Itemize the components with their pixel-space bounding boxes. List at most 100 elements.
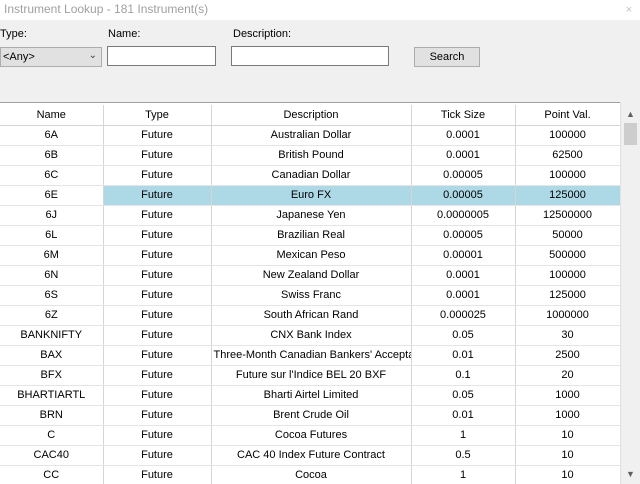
column-header-point-value[interactable]: Point Val.: [515, 105, 621, 126]
cell-tick-size: 0.00005: [411, 225, 516, 246]
filter-panel: Type: <Any> ⌄ Name: Description: Search: [0, 20, 640, 102]
cell-type: Future: [103, 125, 212, 146]
description-input[interactable]: [231, 46, 389, 66]
scrollbar-thumb[interactable]: [624, 123, 637, 145]
cell-type: Future: [103, 365, 212, 386]
cell-type: Future: [103, 265, 212, 286]
cell-name: CC: [0, 465, 104, 484]
cell-description: Swiss Franc: [211, 285, 412, 306]
table-row[interactable]: BHARTIARTL Future Bharti Airtel Limited 0.0…: [0, 385, 621, 406]
cell-description: Cocoa: [211, 465, 412, 484]
table-row[interactable]: 6M Future Mexican Peso 0.00001 500000: [0, 245, 621, 266]
cell-tick-size: 0.05: [411, 385, 516, 406]
cell-tick-size: 0.05: [411, 325, 516, 346]
cell-name: 6J: [0, 205, 104, 226]
cell-point-value: 20: [515, 365, 621, 386]
cell-name: 6B: [0, 145, 104, 166]
cell-type: Future: [103, 205, 212, 226]
cell-point-value: 1000: [515, 405, 621, 426]
cell-name: CAC40: [0, 445, 104, 466]
cell-tick-size: 1: [411, 465, 516, 484]
type-dropdown-value: <Any>: [3, 51, 35, 63]
cell-type: Future: [103, 425, 212, 446]
cell-type: Future: [103, 445, 212, 466]
cell-description: New Zealand Dollar: [211, 265, 412, 286]
table-header-row: Name Type Description Tick Size Point Va…: [0, 105, 621, 126]
column-header-description[interactable]: Description: [211, 105, 412, 126]
cell-name: 6C: [0, 165, 104, 186]
table-row[interactable]: 6J Future Japanese Yen 0.0000005 12500000: [0, 205, 621, 226]
window-title: Instrument Lookup - 181 Instrument(s): [4, 2, 209, 16]
cell-type: Future: [103, 345, 212, 366]
column-header-name[interactable]: Name: [0, 105, 104, 126]
cell-description: Mexican Peso: [211, 245, 412, 266]
scroll-up-icon[interactable]: ▲: [621, 105, 640, 122]
cell-tick-size: 0.1: [411, 365, 516, 386]
name-input[interactable]: [107, 46, 216, 66]
cell-name: 6A: [0, 125, 104, 146]
table-row[interactable]: BANKNIFTY Future CNX Bank Index 0.05 30: [0, 325, 621, 346]
cell-description: Brazilian Real: [211, 225, 412, 246]
cell-tick-size: 0.0001: [411, 145, 516, 166]
cell-tick-size: 0.01: [411, 405, 516, 426]
title-bar: Instrument Lookup - 181 Instrument(s) ×: [0, 0, 640, 20]
table-row[interactable]: 6L Future Brazilian Real 0.00005 50000: [0, 225, 621, 246]
cell-tick-size: 0.000025: [411, 305, 516, 326]
cell-point-value: 10: [515, 425, 621, 446]
cell-type: Future: [103, 305, 212, 326]
cell-point-value: 10: [515, 445, 621, 466]
cell-description: Bharti Airtel Limited: [211, 385, 412, 406]
table-row[interactable]: 6Z Future South African Rand 0.000025 100000…: [0, 305, 621, 326]
cell-point-value: 100000: [515, 125, 621, 146]
close-icon[interactable]: ×: [618, 0, 640, 20]
table-row[interactable]: 6S Future Swiss Franc 0.0001 125000: [0, 285, 621, 306]
cell-name: C: [0, 425, 104, 446]
search-button[interactable]: Search: [414, 47, 480, 67]
cell-type: Future: [103, 465, 212, 484]
cell-point-value: 50000: [515, 225, 621, 246]
cell-description: CNX Bank Index: [211, 325, 412, 346]
table-row[interactable]: 6A Future Australian Dollar 0.0001 100000: [0, 125, 621, 146]
cell-tick-size: 0.0001: [411, 125, 516, 146]
table-row[interactable]: C Future Cocoa Futures 1 10: [0, 425, 621, 446]
cell-tick-size: 0.0000005: [411, 205, 516, 226]
table-row[interactable]: BAX Future Three-Month Canadian Bankers' A…: [0, 345, 621, 366]
cell-tick-size: 0.00005: [411, 165, 516, 186]
cell-point-value: 100000: [515, 265, 621, 286]
cell-tick-size: 0.00001: [411, 245, 516, 266]
cell-description: Australian Dollar: [211, 125, 412, 146]
table-row[interactable]: 6N Future New Zealand Dollar 0.0001 100000: [0, 265, 621, 286]
cell-description: British Pound: [211, 145, 412, 166]
cell-description: Brent Crude Oil: [211, 405, 412, 426]
cell-point-value: 125000: [515, 185, 621, 206]
table-row[interactable]: 6B Future British Pound 0.0001 62500: [0, 145, 621, 166]
cell-point-value: 100000: [515, 165, 621, 186]
table-row[interactable]: BRN Future Brent Crude Oil 0.01 1000: [0, 405, 621, 426]
cell-type: Future: [103, 145, 212, 166]
cell-name: 6S: [0, 285, 104, 306]
cell-point-value: 1000: [515, 385, 621, 406]
cell-tick-size: 0.0001: [411, 265, 516, 286]
table-row[interactable]: BFX Future Future sur l'Indice BEL 20 BXF 0…: [0, 365, 621, 386]
column-header-tick-size[interactable]: Tick Size: [411, 105, 516, 126]
cell-type: Future: [103, 245, 212, 266]
cell-name: BANKNIFTY: [0, 325, 104, 346]
table-row[interactable]: 6E Future Euro FX 0.00005 125000: [0, 185, 621, 206]
table-row[interactable]: 6C Future Canadian Dollar 0.00005 100000: [0, 165, 621, 186]
instrument-grid: Name Type Description Tick Size Point Va…: [0, 102, 640, 484]
cell-name: 6Z: [0, 305, 104, 326]
cell-description: Three-Month Canadian Bankers' Accepta: [211, 345, 412, 366]
table-row[interactable]: CAC40 Future CAC 40 Index Future Contract 0…: [0, 445, 621, 466]
vertical-scrollbar[interactable]: ▲ ▼: [620, 102, 640, 484]
type-label: Type:: [0, 28, 27, 40]
table-row[interactable]: CC Future Cocoa 1 10: [0, 465, 621, 484]
cell-name: 6L: [0, 225, 104, 246]
column-header-type[interactable]: Type: [103, 105, 212, 126]
cell-name: BAX: [0, 345, 104, 366]
scroll-down-icon[interactable]: ▼: [621, 465, 640, 482]
type-dropdown[interactable]: <Any> ⌄: [0, 47, 102, 67]
cell-type: Future: [103, 285, 212, 306]
cell-name: BRN: [0, 405, 104, 426]
cell-point-value: 62500: [515, 145, 621, 166]
description-label: Description:: [233, 28, 292, 40]
